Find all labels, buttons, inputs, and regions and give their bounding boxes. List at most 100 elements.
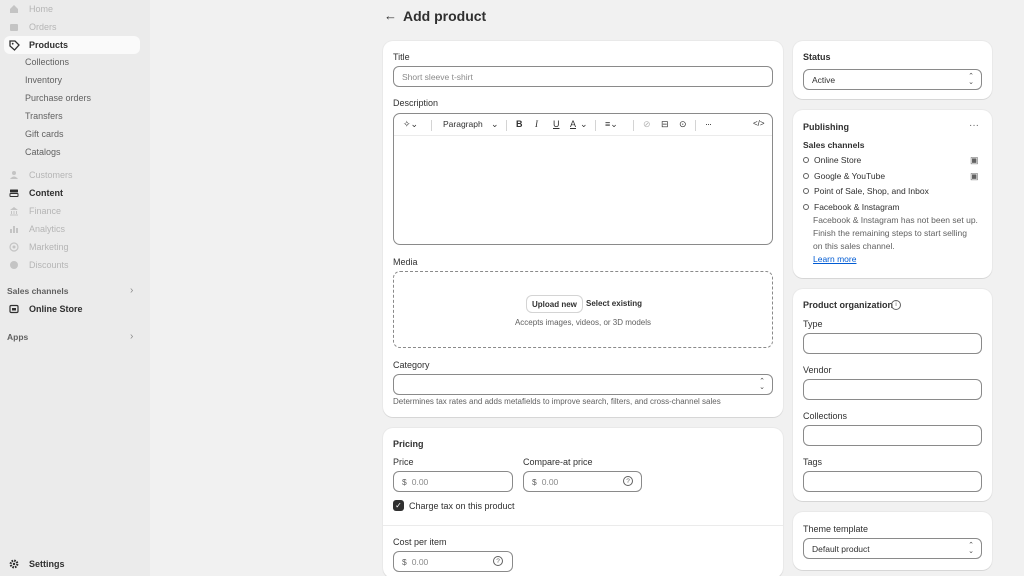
- vendor-input[interactable]: [803, 379, 982, 400]
- sidebar-item-home[interactable]: Home: [4, 0, 140, 18]
- channel-label: Online Store: [814, 155, 862, 165]
- pricing-heading: Pricing: [393, 439, 424, 449]
- sidebar-item-content[interactable]: Content: [4, 184, 140, 202]
- discount-icon: [8, 259, 20, 271]
- question-icon[interactable]: ?: [493, 556, 503, 566]
- toolbar-divider: [633, 120, 634, 131]
- compare-at-price-label: Compare-at price: [523, 457, 593, 467]
- sidebar-subitem-gift-cards[interactable]: Gift cards: [25, 129, 64, 139]
- sidebar-item-finance[interactable]: Finance: [4, 202, 140, 220]
- tag-icon: [8, 39, 20, 51]
- upload-new-button[interactable]: Upload new: [527, 296, 582, 312]
- chevron-right-icon[interactable]: ›: [130, 285, 133, 296]
- description-label: Description: [393, 98, 439, 108]
- charge-tax-checkbox[interactable]: ✓: [393, 500, 404, 511]
- price-input[interactable]: $ 0.00: [393, 471, 513, 492]
- vendor-label: Vendor: [803, 365, 832, 375]
- align-icon[interactable]: ≡⌄: [605, 119, 618, 130]
- theme-template-select[interactable]: Default product ⌃ ⌄: [803, 538, 982, 559]
- chevron-down-icon[interactable]: ⌄: [491, 119, 499, 130]
- sidebar-item-products[interactable]: Products: [4, 36, 140, 54]
- arrow-left-icon[interactable]: ←: [384, 8, 397, 23]
- title-input[interactable]: Short sleeve t-shirt: [393, 66, 773, 87]
- tags-input[interactable]: [803, 471, 982, 492]
- channel-facebook-instagram: Facebook & Instagram: [803, 202, 900, 212]
- media-label: Media: [393, 257, 418, 267]
- sidebar-item-label: Discounts: [29, 260, 69, 270]
- inbox-icon: [8, 21, 20, 33]
- sidebar-subitem-collections[interactable]: Collections: [25, 57, 69, 67]
- description-editor[interactable]: ✧⌄ Paragraph ⌄ B I U A ⌄ ≡⌄ ⊘ ⊟ ⊙ ··· </…: [393, 113, 773, 245]
- sidebar-subitem-inventory[interactable]: Inventory: [25, 75, 62, 85]
- cost-per-item-label: Cost per item: [393, 537, 447, 547]
- store-icon: [8, 303, 20, 315]
- sidebar-item-discounts[interactable]: Discounts: [4, 256, 140, 274]
- sidebar-item-label: Finance: [29, 206, 62, 216]
- category-select[interactable]: ⌃ ⌄: [393, 374, 773, 395]
- target-icon: [8, 241, 20, 253]
- channel-google-youtube: Google & YouTube: [803, 171, 885, 181]
- channel-label: Point of Sale, Shop, and Inbox: [814, 186, 929, 196]
- price-label: Price: [393, 457, 414, 467]
- sidebar-item-analytics[interactable]: Analytics: [4, 220, 140, 238]
- chevron-down-icon[interactable]: ⌄: [580, 119, 588, 130]
- channel-label: Facebook & Instagram: [814, 202, 900, 212]
- paragraph-select[interactable]: Paragraph: [443, 119, 483, 129]
- type-input[interactable]: [803, 333, 982, 354]
- title-label: Title: [393, 52, 410, 62]
- magic-wand-icon[interactable]: ✧⌄: [403, 119, 418, 130]
- apps-section[interactable]: Apps: [7, 332, 28, 342]
- channel-online-store: Online Store: [803, 155, 861, 165]
- toolbar-divider: [431, 120, 432, 131]
- select-existing-button[interactable]: Select existing: [586, 299, 642, 308]
- sidebar-item-settings[interactable]: Settings: [4, 555, 140, 573]
- more-options-icon[interactable]: ···: [969, 120, 979, 131]
- pricing-divider: [383, 525, 783, 526]
- status-dot: [803, 157, 809, 163]
- page-title: Add product: [403, 8, 487, 24]
- sidebar-subitem-transfers[interactable]: Transfers: [25, 111, 63, 121]
- channel-label: Google & YouTube: [814, 171, 886, 181]
- calendar-icon[interactable]: ▣: [970, 155, 979, 166]
- currency-symbol: $: [402, 476, 407, 487]
- status-select[interactable]: Active ⌃ ⌄: [803, 69, 982, 90]
- sidebar-subitem-purchase-orders[interactable]: Purchase orders: [25, 93, 91, 103]
- sidebar-item-online-store[interactable]: Online Store: [4, 300, 140, 318]
- sidebar-item-label: Marketing: [29, 242, 69, 252]
- bold-button[interactable]: B: [516, 119, 523, 129]
- sidebar-item-label: Online Store: [29, 304, 83, 314]
- type-label: Type: [803, 319, 823, 329]
- question-icon[interactable]: ?: [623, 476, 633, 486]
- calendar-icon[interactable]: ▣: [970, 171, 979, 182]
- info-icon[interactable]: i: [891, 300, 901, 310]
- publishing-heading: Publishing: [803, 122, 849, 132]
- toolbar-divider: [595, 120, 596, 131]
- collections-input[interactable]: [803, 425, 982, 446]
- underline-button[interactable]: U: [553, 119, 560, 129]
- collections-label: Collections: [803, 411, 848, 421]
- media-dropzone[interactable]: Upload new Select existing Accepts image…: [393, 271, 773, 348]
- video-icon[interactable]: ⊙: [679, 119, 687, 130]
- select-arrows-icon: ⌃ ⌄: [968, 542, 974, 555]
- media-hint: Accepts images, videos, or 3D models: [514, 318, 652, 327]
- learn-more-link[interactable]: Learn more: [813, 254, 856, 264]
- italic-button[interactable]: I: [535, 119, 538, 129]
- chevron-right-icon[interactable]: ›: [130, 331, 133, 342]
- status-dot: [803, 204, 809, 210]
- bank-icon: [8, 205, 20, 217]
- product-organization-heading: Product organization: [803, 300, 893, 310]
- sales-channels-section[interactable]: Sales channels: [7, 286, 68, 296]
- sidebar-item-marketing[interactable]: Marketing: [4, 238, 140, 256]
- text-color-button[interactable]: A: [570, 119, 576, 129]
- sidebar-item-label: Products: [29, 40, 69, 50]
- cost-placeholder: 0.00: [411, 556, 429, 567]
- currency-symbol: $: [532, 476, 537, 487]
- sidebar-item-customers[interactable]: Customers: [4, 166, 140, 184]
- link-icon[interactable]: ⊘: [643, 119, 651, 130]
- facebook-setup-note: Facebook & Instagram has not been set up…: [813, 215, 978, 251]
- image-icon[interactable]: ⊟: [661, 119, 669, 130]
- sidebar-item-orders[interactable]: Orders: [4, 18, 140, 36]
- sidebar-subitem-catalogs[interactable]: Catalogs: [25, 147, 61, 157]
- more-options-icon[interactable]: ···: [705, 119, 712, 129]
- code-view-icon[interactable]: </>: [753, 119, 765, 128]
